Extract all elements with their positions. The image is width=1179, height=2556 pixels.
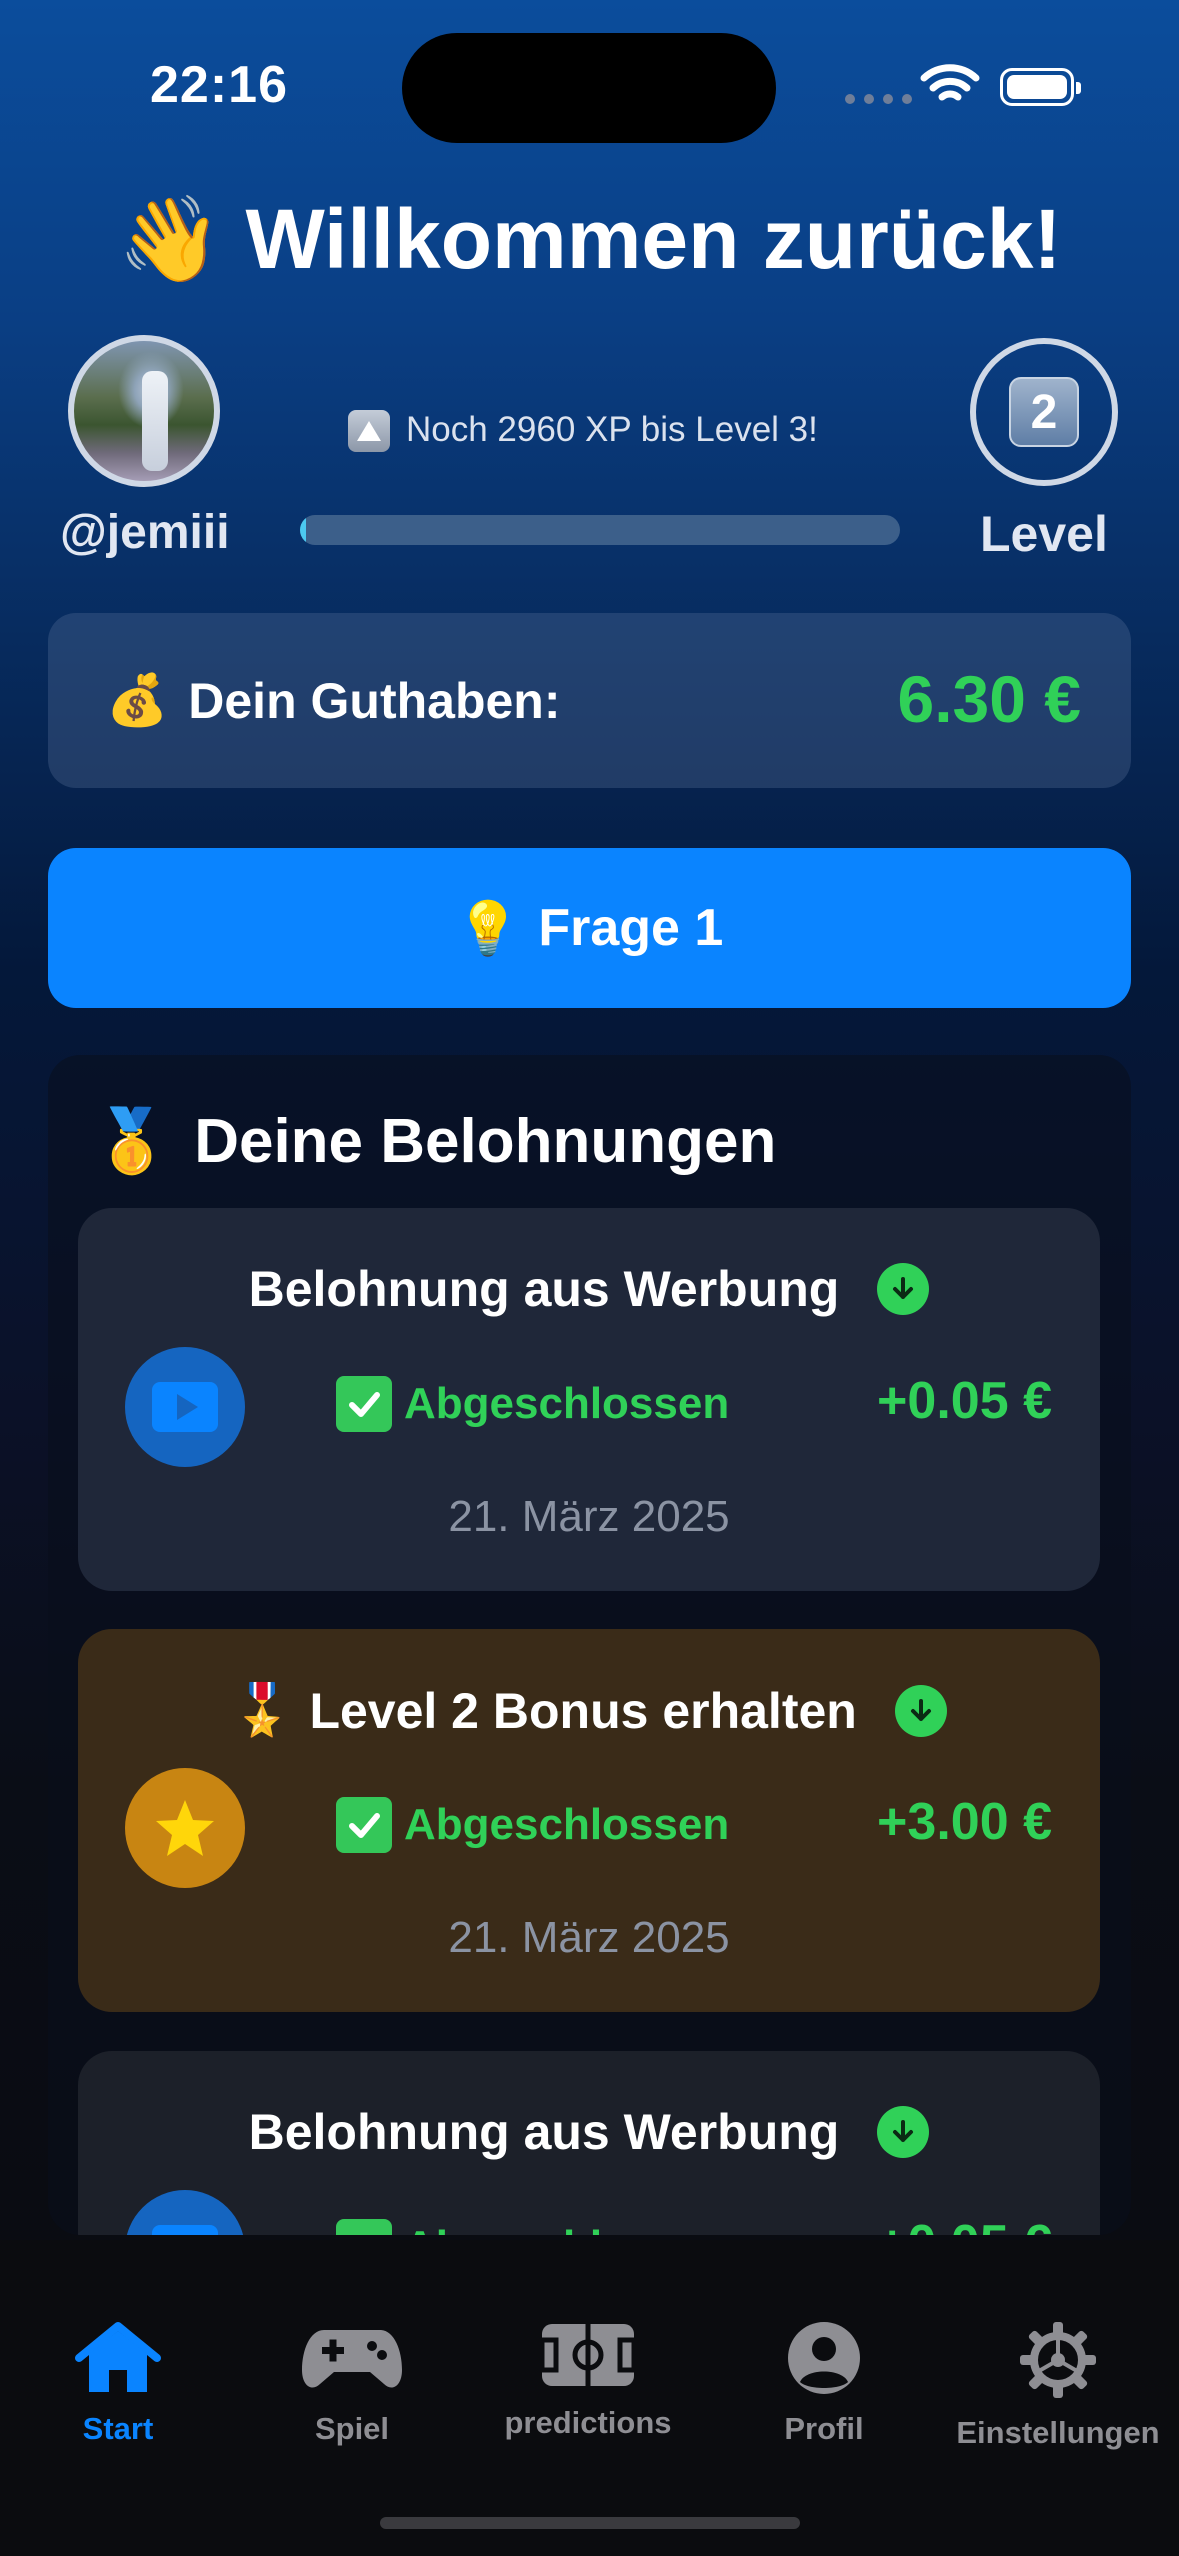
balance-amount: 6.30 € bbox=[897, 662, 1082, 736]
play-icon bbox=[125, 1347, 245, 1467]
reward-title: Belohnung aus Werbung bbox=[248, 2104, 840, 2160]
tab-label: predictions bbox=[504, 2405, 672, 2440]
house-icon bbox=[75, 2322, 161, 2392]
reward-status: Abgeschlossen bbox=[404, 1379, 730, 1428]
reward-title: Level 2 Bonus erhalten bbox=[309, 1682, 857, 1739]
avatar[interactable] bbox=[68, 335, 220, 487]
reward-amount: +0.05 € bbox=[877, 1372, 1052, 1430]
reward-amount: +3.00 € bbox=[877, 1793, 1052, 1851]
soccer-field-icon bbox=[539, 2324, 637, 2386]
gear-icon bbox=[1020, 2322, 1096, 2398]
battery-icon bbox=[1000, 68, 1081, 106]
tab-label: Start bbox=[82, 2411, 154, 2446]
status-time: 22:16 bbox=[150, 56, 288, 114]
rewards-title: Deine Belohnungen bbox=[194, 1107, 777, 1176]
level-number: 2 bbox=[1009, 377, 1079, 447]
level-badge: 2 bbox=[970, 338, 1118, 486]
tab-label: Profil bbox=[784, 2411, 864, 2446]
cellular-signal-icon bbox=[845, 94, 912, 104]
military-medal-emoji: 🎖️ bbox=[231, 1682, 294, 1738]
wifi-icon bbox=[920, 62, 980, 111]
reward-date: 21. März 2025 bbox=[448, 1913, 730, 1962]
gamecontroller-icon bbox=[302, 2330, 402, 2388]
tab-start[interactable]: Start bbox=[0, 2320, 238, 2447]
page-title: 👋 Willkommen zurück! bbox=[0, 190, 1179, 289]
reward-status: Abgeschlossen bbox=[404, 2222, 729, 2235]
question-button[interactable]: 💡 Frage 1 bbox=[48, 848, 1131, 1008]
download-icon[interactable] bbox=[894, 1684, 947, 1737]
checkmark-icon bbox=[336, 1376, 392, 1432]
wave-emoji: 👋 bbox=[117, 192, 223, 286]
up-arrow-icon bbox=[348, 410, 390, 452]
level-label: Level bbox=[980, 506, 1108, 562]
tab-profil[interactable]: Profil bbox=[704, 2320, 944, 2447]
xp-remaining-text: Noch 2960 XP bis Level 3! bbox=[406, 410, 818, 449]
tab-spiel[interactable]: Spiel bbox=[232, 2320, 472, 2447]
money-bag-emoji: 💰 bbox=[106, 672, 169, 728]
reward-date: 21. März 2025 bbox=[448, 1492, 730, 1541]
rewards-section[interactable]: 🥇 Deine Belohnungen Belohnung aus Werbung… bbox=[48, 1055, 1131, 2235]
tab-label: Einstellungen bbox=[956, 2415, 1160, 2450]
person-icon bbox=[788, 2322, 860, 2394]
checkmark-icon bbox=[336, 1797, 392, 1853]
tab-label: Spiel bbox=[314, 2411, 390, 2446]
dynamic-island bbox=[402, 33, 776, 143]
reward-title: Belohnung aus Werbung bbox=[248, 1261, 840, 1317]
welcome-title: Willkommen zurück! bbox=[245, 192, 1062, 286]
reward-card[interactable]: Belohnung aus Werbung Abgeschlossen +0.0… bbox=[78, 1208, 1100, 1591]
download-icon[interactable] bbox=[877, 1263, 930, 1315]
balance-card: 💰 Dein Guthaben: 6.30 € bbox=[48, 613, 1131, 788]
question-button-label: Frage 1 bbox=[538, 899, 724, 957]
balance-label: Dein Guthaben: bbox=[188, 672, 561, 729]
reward-card[interactable]: 🎖️ Level 2 Bonus erhalten Abgeschlossen +… bbox=[78, 1629, 1100, 2012]
reward-amount: +0.05 € bbox=[877, 2214, 1052, 2235]
reward-card[interactable]: Belohnung aus Werbung Abgeschlossen +0.0… bbox=[78, 2051, 1100, 2235]
star-icon bbox=[125, 1768, 245, 1888]
download-icon[interactable] bbox=[877, 2106, 930, 2158]
lightbulb-emoji: 💡 bbox=[455, 899, 521, 958]
xp-progress-fill bbox=[300, 515, 306, 545]
checkmark-icon bbox=[336, 2219, 392, 2235]
play-icon bbox=[125, 2190, 245, 2235]
medal-emoji: 🥇 bbox=[93, 1107, 171, 1176]
home-indicator[interactable] bbox=[380, 2517, 800, 2529]
xp-progress-bar bbox=[300, 515, 900, 545]
username: @jemiii bbox=[60, 506, 230, 559]
tab-predictions[interactable]: predictions bbox=[468, 2320, 708, 2441]
reward-status: Abgeschlossen bbox=[404, 1800, 730, 1849]
tab-einstellungen[interactable]: Einstellungen bbox=[938, 2320, 1178, 2451]
